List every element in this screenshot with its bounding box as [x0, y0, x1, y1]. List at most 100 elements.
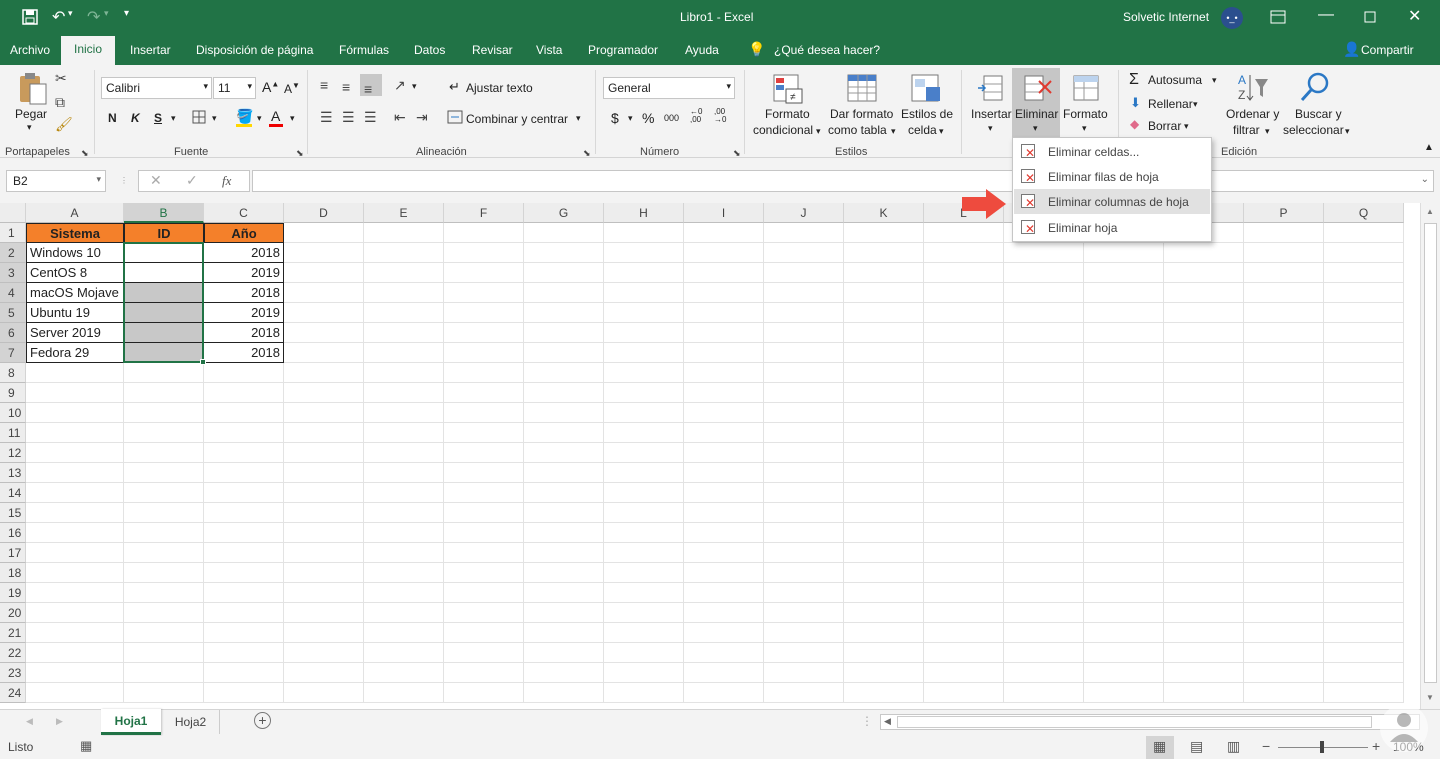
cell[interactable] [1244, 603, 1324, 623]
cell[interactable] [524, 523, 604, 543]
column-header[interactable]: E [364, 203, 444, 223]
cell[interactable] [284, 683, 364, 703]
cell[interactable] [924, 623, 1004, 643]
cell[interactable] [524, 643, 604, 663]
cell[interactable] [444, 403, 524, 423]
collapse-ribbon-icon[interactable]: ▲ [1424, 142, 1434, 153]
zoom-thumb[interactable] [1320, 741, 1324, 753]
cell[interactable] [124, 683, 204, 703]
prev-sheet-icon[interactable]: ◀ [26, 716, 33, 727]
cell[interactable] [1244, 583, 1324, 603]
expand-formula-icon[interactable]: ⌄ [1421, 174, 1429, 185]
scroll-thumb[interactable] [1424, 223, 1437, 683]
table-cell[interactable]: Ubuntu 19 [26, 303, 124, 323]
cell[interactable] [1084, 663, 1164, 683]
cell[interactable] [604, 363, 684, 383]
column-header[interactable]: G [524, 203, 604, 223]
cell[interactable] [684, 283, 764, 303]
merge-dropdown-icon[interactable]: ▾ [576, 113, 581, 124]
cell[interactable] [844, 223, 924, 243]
italic-button[interactable]: K [131, 111, 140, 125]
cell[interactable] [364, 663, 444, 683]
cell[interactable] [844, 543, 924, 563]
cell[interactable] [444, 363, 524, 383]
column-header[interactable]: H [604, 203, 684, 223]
tab-split-grip-icon[interactable]: ⋮ [861, 714, 873, 728]
cell[interactable] [284, 443, 364, 463]
cell[interactable] [444, 563, 524, 583]
cell[interactable] [684, 623, 764, 643]
cell[interactable] [1244, 483, 1324, 503]
cell[interactable] [684, 523, 764, 543]
cell[interactable] [364, 603, 444, 623]
format-table-label-1[interactable]: Dar formato [830, 107, 893, 121]
table-header-cell[interactable]: Sistema [26, 223, 124, 243]
cell[interactable] [1244, 263, 1324, 283]
cell[interactable] [1164, 583, 1244, 603]
cell[interactable] [444, 503, 524, 523]
sort-filter-label-1[interactable]: Ordenar y [1226, 107, 1279, 121]
cell[interactable] [26, 483, 124, 503]
cell[interactable] [1244, 283, 1324, 303]
tab-datos[interactable]: Datos [414, 43, 445, 57]
cell[interactable] [284, 463, 364, 483]
clear-dropdown-icon[interactable]: ▾ [1184, 121, 1189, 132]
find-select-dropdown-icon[interactable]: ▾ [1345, 126, 1350, 137]
cell[interactable] [1004, 483, 1084, 503]
orientation-dropdown-icon[interactable]: ▾ [412, 81, 417, 92]
cell[interactable] [524, 503, 604, 523]
cell[interactable] [444, 323, 524, 343]
cell[interactable] [684, 363, 764, 383]
cell[interactable] [604, 463, 684, 483]
user-name[interactable]: Solvetic Internet [1123, 10, 1209, 24]
delete-dropdown-icon[interactable]: ▾ [1033, 123, 1038, 134]
conditional-format-icon[interactable]: ≠ [772, 73, 806, 105]
insert-dropdown-icon[interactable]: ▾ [988, 123, 993, 134]
cell[interactable] [444, 263, 524, 283]
fill-color-dropdown-icon[interactable]: ▾ [257, 113, 262, 124]
orientation-icon[interactable]: ↗ [394, 78, 406, 92]
cell[interactable] [1244, 443, 1324, 463]
cell[interactable] [1004, 243, 1084, 263]
table-header-cell[interactable]: ID [124, 223, 204, 243]
cell-styles-dropdown-icon[interactable]: ▾ [939, 126, 944, 137]
cell[interactable] [204, 623, 284, 643]
cell[interactable] [444, 223, 524, 243]
cell[interactable] [604, 643, 684, 663]
cell[interactable] [1004, 383, 1084, 403]
row-header[interactable]: 23 [0, 663, 26, 683]
cell[interactable] [284, 663, 364, 683]
cell[interactable] [124, 463, 204, 483]
cell[interactable] [364, 643, 444, 663]
table-cell[interactable]: 2019 [204, 263, 284, 283]
cell[interactable] [684, 423, 764, 443]
row-header[interactable]: 20 [0, 603, 26, 623]
cell[interactable] [204, 463, 284, 483]
table-cell[interactable]: 2019 [204, 303, 284, 323]
cell[interactable] [1004, 363, 1084, 383]
undo-dropdown-icon[interactable]: ▾ [68, 8, 73, 19]
cell[interactable] [284, 523, 364, 543]
cell[interactable] [1324, 583, 1404, 603]
cell[interactable] [844, 363, 924, 383]
cell[interactable] [604, 663, 684, 683]
redo-icon[interactable]: ↷ [87, 7, 100, 27]
sheet-tab-hoja1[interactable]: Hoja1 [101, 709, 161, 735]
cell[interactable] [26, 623, 124, 643]
cell[interactable] [1244, 463, 1324, 483]
cell[interactable] [924, 563, 1004, 583]
cell[interactable] [444, 243, 524, 263]
cell[interactable] [1164, 363, 1244, 383]
cell[interactable] [1084, 383, 1164, 403]
menu-delete-sheet[interactable]: Eliminar hoja [1014, 215, 1210, 240]
fill-color-icon[interactable]: 🪣 [236, 108, 253, 125]
cell[interactable] [444, 643, 524, 663]
table-cell[interactable]: macOS Mojave [26, 283, 124, 303]
cell[interactable] [26, 663, 124, 683]
cell[interactable] [26, 683, 124, 703]
cell[interactable] [604, 243, 684, 263]
row-header[interactable]: 4 [0, 283, 26, 303]
row-header[interactable]: 2 [0, 243, 26, 263]
customize-toolbar-icon[interactable]: ▾ [124, 8, 129, 19]
column-header[interactable]: J [764, 203, 844, 223]
